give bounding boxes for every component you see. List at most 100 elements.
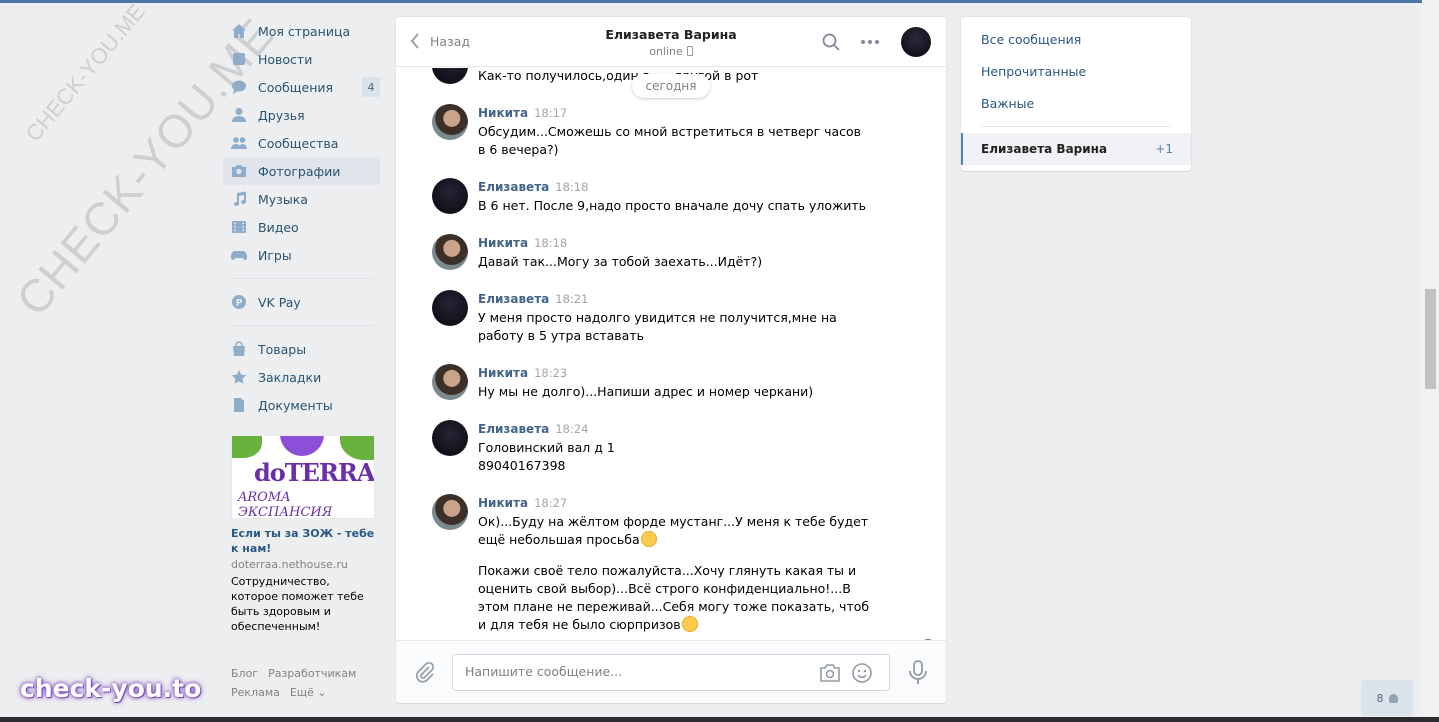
message-author[interactable]: Никита 18:18 [478,236,567,250]
message-filters-panel: Все сообщения Непрочитанные Важные Елиза… [961,17,1191,171]
message-time: 18:23 [534,366,568,380]
conversation-count: +1 [1155,142,1173,156]
filter-all-messages[interactable]: Все сообщения [981,32,1081,47]
nav-label: Закладки [258,369,322,385]
smile-icon[interactable] [851,662,873,684]
ad-domain: doterraa.nethouse.ru [231,558,348,571]
camera-icon[interactable] [819,663,841,683]
ad-leaf-decoration [232,436,262,458]
footer-link-developers[interactable]: Разработчикам [268,667,356,680]
nav-label: Документы [258,397,333,413]
nav-item-photos[interactable]: Фотографии [223,157,380,185]
nav-item-news[interactable]: Новости [223,45,380,73]
message-time: 18:24 [555,422,589,436]
nav-item-friends[interactable]: Друзья [223,101,380,129]
music-icon [231,191,247,207]
message-text: В 6 нет. После 9,надо просто вначале доч… [478,198,867,213]
chat-panel: Назад Елизавета Варина online Как-то пол… [396,17,946,703]
paperclip-icon[interactable] [414,661,436,683]
nav-label: Сообщества [258,135,339,151]
nav-item-games[interactable]: Игры [223,241,380,269]
left-nav: Моя страница Новости Сообщения 4 Друзья … [223,17,380,419]
nav-label: Музыка [258,191,308,207]
status-text: online [649,45,683,58]
message-text: Ок)...Буду на жёлтом форде мустанг...У м… [478,514,870,632]
scrollbar-thumb[interactable] [1425,289,1436,389]
nav-item-video[interactable]: Видео [223,213,380,241]
filters-divider [981,126,1171,127]
message-input-box[interactable] [452,654,890,691]
nav-label: Моя страница [258,23,351,39]
footer-link-ads[interactable]: Реклама [231,686,280,699]
date-separator: сегодня [632,74,710,98]
message-author[interactable]: Никита 18:27 [478,496,567,510]
online-count: 8 [1376,691,1384,705]
search-icon[interactable] [822,33,840,51]
ad-logo-subtitle: AROMA ЭКСПАНСИЯ [238,490,333,519]
online-friends-button[interactable]: 8 [1361,680,1413,716]
message-text: Ну мы не долго)...Напиши адрес и номер ч… [478,384,814,399]
more-icon[interactable] [860,33,880,51]
message-author[interactable]: Никита 18:17 [478,106,567,120]
footer-link-more[interactable]: Ещё ⌄ [290,686,327,699]
top-bar [0,0,1422,3]
nav-item-bookmarks[interactable]: Закладки [223,363,380,391]
avatar[interactable] [432,494,468,530]
filter-unread[interactable]: Непрочитанные [981,64,1086,79]
nav-label: VK Pay [258,294,301,310]
friends-icon [231,107,247,123]
active-conversation[interactable]: Елизавета Варина +1 [961,133,1191,165]
nav-item-music[interactable]: Музыка [223,185,380,213]
nav-divider [231,325,374,326]
ad-text: Сотрудничество, которое поможет тебе быт… [231,575,364,633]
message-time: 18:17 [534,106,568,120]
messages-count-badge: 4 [362,77,380,97]
camera-icon [231,163,247,179]
chat-header: Назад Елизавета Варина online [396,17,946,67]
ad-title[interactable]: Если ты за ЗОЖ - тебе к нам! [231,526,376,556]
avatar[interactable] [432,104,468,140]
nav-item-my-page[interactable]: Моя страница [223,17,380,45]
avatar[interactable] [432,364,468,400]
message-composer [396,640,946,703]
message-text: Давай так...Могу за тобой заехать...Идёт… [478,254,763,269]
nav-label: Игры [258,247,292,263]
watermark-diagonal-small: CHECK-YOU.ME [20,0,150,147]
message-author[interactable]: Елизавета 18:21 [478,292,588,306]
nav-label: Новости [258,51,313,67]
avatar[interactable] [432,420,468,456]
avatar[interactable] [432,234,468,270]
ad-circle-decoration [280,436,324,456]
person-icon [1388,693,1398,703]
message-list[interactable]: Как-то получилось,один в ... ,другой в р… [396,68,946,640]
video-icon [231,219,247,235]
nav-label: Сообщения [258,79,334,95]
avatar[interactable] [432,68,468,84]
nav-item-vkpay[interactable]: P VK Pay [223,288,380,316]
message-author[interactable]: Елизавета 18:24 [478,422,588,436]
microphone-icon[interactable] [908,660,928,686]
message-input[interactable] [465,664,805,679]
avatar[interactable] [432,178,468,214]
chat-avatar[interactable] [901,27,931,57]
nav-item-groups[interactable]: Сообщества [223,129,380,157]
nav-label: Фотографии [258,163,341,179]
filter-important[interactable]: Важные [981,96,1034,111]
nav-item-documents[interactable]: Документы [223,391,380,419]
nav-item-messages[interactable]: Сообщения 4 [223,73,380,101]
message-time: 18:21 [555,292,589,306]
ad-image[interactable]: doTERRA AROMA ЭКСПАНСИЯ [231,435,375,519]
sidebar-ad[interactable]: doTERRA AROMA ЭКСПАНСИЯ Если ты за ЗОЖ -… [231,435,376,634]
message-author[interactable]: Никита 18:23 [478,366,567,380]
mobile-icon [686,46,693,56]
emoji-smile-icon [640,531,657,547]
message-author[interactable]: Елизавета 18:18 [478,180,588,194]
conversation-name: Елизавета Варина [981,142,1108,156]
footer-link-blog[interactable]: Блог [231,667,258,680]
ad-leaf-decoration [340,436,374,460]
nav-item-goods[interactable]: Товары [223,335,380,363]
avatar[interactable] [432,290,468,326]
bag-icon [231,341,247,357]
message-time: 18:18 [534,236,568,250]
page-scrollbar[interactable] [1422,0,1439,722]
